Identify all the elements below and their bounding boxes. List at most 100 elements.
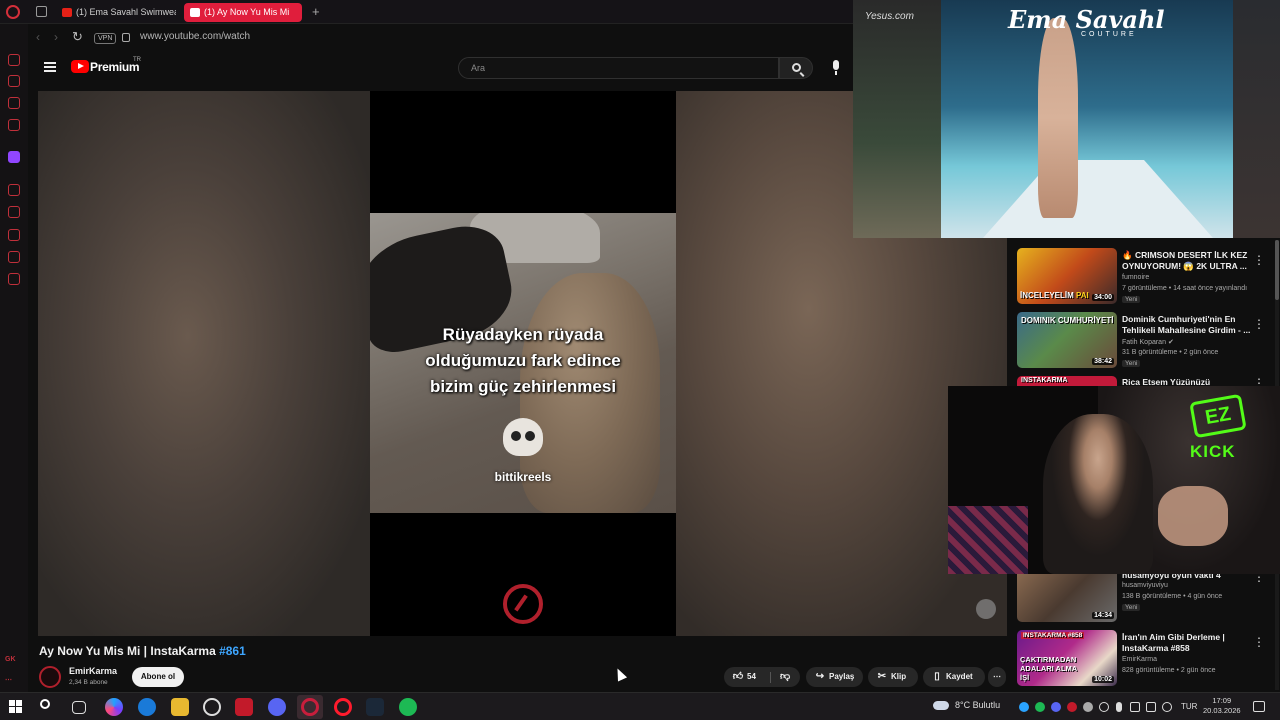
duration-badge: 38:42 (1092, 358, 1114, 365)
task-view-icon[interactable] (72, 701, 86, 714)
tab-islands-icon[interactable] (36, 6, 47, 17)
search-icon[interactable] (40, 699, 50, 709)
channel-name[interactable]: husamviyuviyu (1122, 582, 1168, 589)
caption-line: Rüyadayken rüyada (442, 325, 604, 344)
channel-branding-icon[interactable] (976, 599, 996, 619)
opera-gx-icon[interactable] (301, 698, 319, 716)
tab-ema-savahl[interactable]: (1) Ema Savahl Swimwear (56, 3, 176, 22)
list-item[interactable]: INSTAKARMA Rica Etsem Yüzünüzü (1017, 376, 1277, 386)
language-indicator[interactable]: TUR (1181, 702, 1197, 711)
dislike-icon[interactable]: 👎︎ (780, 667, 790, 687)
history-icon[interactable] (8, 184, 20, 196)
back-icon[interactable]: ‹ (36, 30, 40, 44)
bag-icon[interactable] (8, 75, 20, 87)
subscribe-button[interactable]: Abone ol (132, 667, 184, 687)
video-thumbnail[interactable]: INSTAKARMA #858 ÇAKTIRMADAN ADALARI ALMA… (1017, 630, 1117, 686)
kebab-icon[interactable] (1253, 315, 1263, 329)
app-tray-icon[interactable] (1067, 702, 1077, 712)
steam-icon[interactable] (203, 698, 221, 716)
spotify-icon[interactable] (399, 698, 417, 716)
steam-tray-icon[interactable] (1083, 702, 1093, 712)
opera-icon[interactable] (6, 5, 20, 19)
mic-tray-icon[interactable] (1116, 702, 1122, 712)
menu-icon[interactable] (44, 62, 56, 72)
list-item[interactable]: İNCELEYELİM PAI 34:00 🔥 CRIMSON DESERT İ… (1017, 248, 1277, 312)
save-icon: ▯ (934, 671, 940, 682)
kebab-icon[interactable] (1253, 376, 1263, 386)
mail-icon[interactable] (8, 119, 20, 131)
extensions-icon[interactable] (8, 251, 20, 263)
reload-icon[interactable]: ↻ (72, 29, 83, 45)
save-button[interactable]: ▯ Kaydet (923, 667, 985, 687)
forward-icon[interactable]: › (54, 30, 58, 44)
steam-client-icon[interactable] (366, 698, 384, 716)
opera-icon[interactable] (334, 698, 352, 716)
channel-name[interactable]: EmirKarma (69, 666, 117, 676)
channel-name[interactable]: Fatih Koparan ✔ (1122, 338, 1174, 346)
notification-icon[interactable] (1253, 701, 1265, 712)
network-icon[interactable] (1146, 702, 1156, 712)
more-icon[interactable]: ⋯ (988, 667, 1006, 687)
video-thumbnail[interactable]: INSTAKARMA (1017, 376, 1117, 386)
weather-text[interactable]: 8°C Bulutlu (955, 700, 1000, 710)
fashion-video-overlay[interactable]: Ema Savahl COUTURE Yesus.com (853, 0, 1280, 238)
like-icon[interactable]: 👍︎ (732, 667, 744, 687)
video-thumbnail[interactable]: İNCELEYELİM PAI 34:00 (1017, 248, 1117, 304)
video-title[interactable]: 🔥 CRIMSON DESERT İLK KEZ OYNUYORUM! 😱 2K… (1122, 250, 1252, 272)
search-input[interactable]: Ara (458, 57, 779, 79)
youtube-favicon-icon (62, 8, 72, 17)
hashtag-link[interactable]: #861 (219, 644, 246, 658)
youtube-brand[interactable]: Premium (90, 60, 140, 74)
lock-icon[interactable] (122, 33, 130, 42)
url-field[interactable]: www.youtube.com/watch (140, 31, 250, 42)
app-icon[interactable] (235, 698, 253, 716)
windows-icon[interactable] (9, 700, 22, 713)
list-item[interactable]: DOMINIK CUMHURİYETİ 38:42 Dominik Cumhur… (1017, 312, 1277, 376)
search-button[interactable] (779, 57, 813, 79)
clock[interactable]: 17:09 20.03.2026 (1203, 696, 1241, 716)
volume-icon[interactable] (1162, 702, 1172, 712)
share-button[interactable]: ↪ Paylaş (806, 667, 863, 687)
list-item[interactable]: INSTAKARMA #858 ÇAKTIRMADAN ADALARI ALMA… (1017, 630, 1277, 694)
video-title: Ay Now Yu Mis Mi | InstaKarma #861 (39, 644, 246, 658)
video-thumbnail[interactable]: DOMINIK CUMHURİYETİ 38:42 (1017, 312, 1117, 368)
voice-search-button[interactable] (826, 58, 846, 78)
battery-icon[interactable] (1130, 702, 1140, 712)
video-title[interactable]: İran'ın Aim Gibi Derleme | InstaKarma #8… (1122, 632, 1252, 654)
spotify-tray-icon[interactable] (1035, 702, 1045, 712)
edge-icon[interactable] (138, 698, 156, 716)
copilot-icon[interactable] (105, 698, 123, 716)
file-explorer-icon[interactable] (171, 698, 189, 716)
discord-icon[interactable] (268, 698, 286, 716)
more-icon[interactable]: ⋯ (5, 676, 12, 684)
tab-ay-now-yu-mis-mi[interactable]: (1) Ay Now Yu Mis Mi (184, 3, 302, 22)
vpn-badge[interactable]: VPN (94, 33, 117, 44)
blurred-backdrop-left (38, 91, 370, 636)
aria-icon[interactable] (8, 54, 20, 66)
video-title[interactable]: Rica Etsem Yüzünüzü (1122, 377, 1252, 386)
settings-icon[interactable] (8, 273, 20, 285)
like-count[interactable]: 54 (747, 672, 756, 681)
messenger-icon[interactable] (8, 97, 20, 109)
discord-tray-icon[interactable] (1051, 702, 1061, 712)
address-bar: ‹ › ↻ VPN www.youtube.com/watch (28, 26, 853, 50)
list-item[interactable]: 14:34 husamyoyu oyun vakti 4 husamviyuvi… (1017, 572, 1277, 628)
sidebar-bottom-label[interactable]: GK (5, 656, 16, 663)
channel-name[interactable]: EmirKarma (1122, 656, 1157, 663)
clock-icon[interactable] (8, 229, 20, 241)
kebab-icon[interactable] (1253, 633, 1263, 647)
channel-name[interactable]: fumnoire (1122, 274, 1149, 281)
video-title[interactable]: Dominik Cumhuriyeti'nin En Tehlikeli Mah… (1122, 314, 1252, 336)
video-thumbnail[interactable]: 14:34 (1017, 572, 1117, 622)
avatar[interactable] (39, 666, 61, 688)
new-tab-button[interactable]: + (312, 4, 320, 19)
telegram-icon[interactable] (1019, 702, 1029, 712)
bookmark-icon[interactable] (8, 206, 20, 218)
youtube-logo-icon[interactable] (71, 60, 89, 73)
video-frame[interactable]: Rüyadayken rüyada olduğumuzu fark edince… (370, 91, 676, 636)
clip-button[interactable]: ✂ Klip (868, 667, 918, 687)
twitch-icon[interactable] (8, 151, 20, 163)
kebab-icon[interactable] (1253, 251, 1263, 265)
search-placeholder: Ara (471, 63, 486, 73)
settings-tray-icon[interactable] (1099, 702, 1109, 712)
